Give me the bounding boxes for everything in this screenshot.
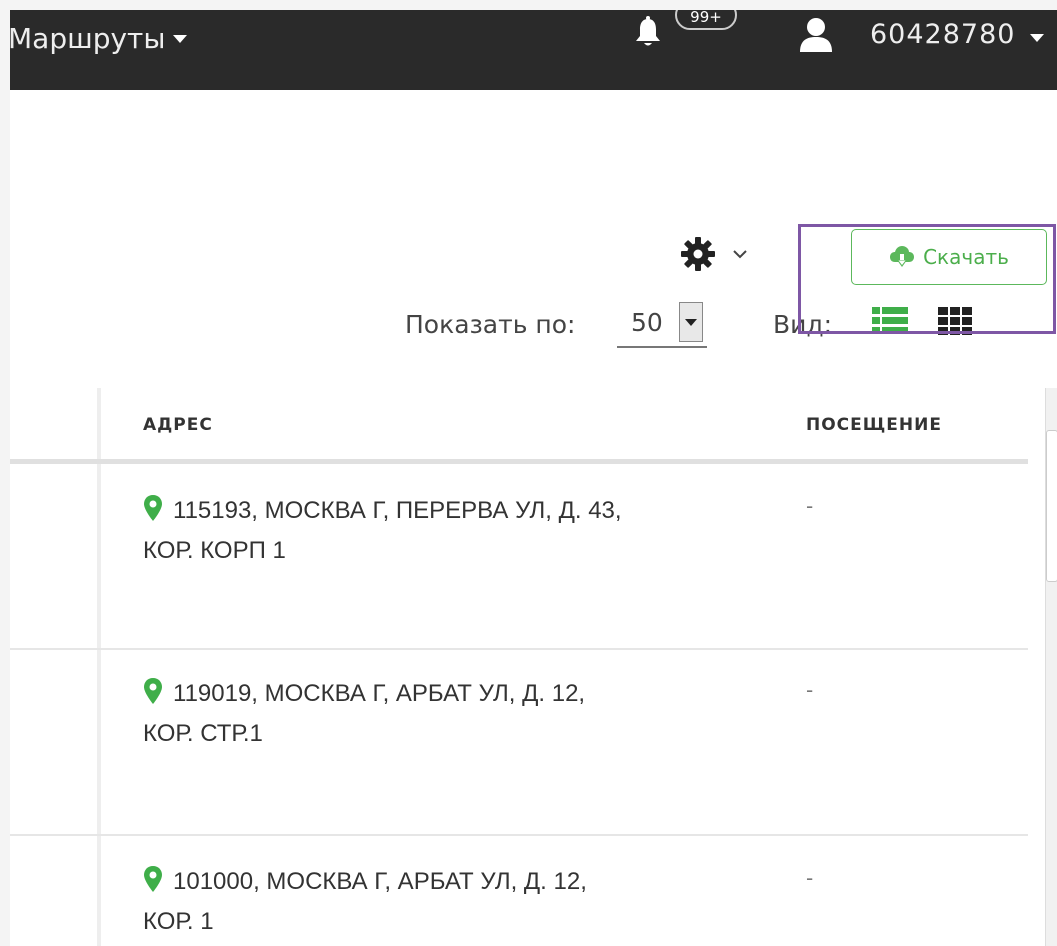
address-cell: 119019, МОСКВА Г, АРБАТ УЛ, Д. 12, КОР. … bbox=[143, 674, 763, 754]
visit-cell: - bbox=[806, 866, 814, 890]
caret-down-icon bbox=[173, 34, 188, 43]
visit-cell: - bbox=[806, 678, 814, 702]
chevron-down-icon bbox=[733, 250, 747, 259]
map-pin-icon bbox=[144, 495, 162, 521]
app-frame: Маршруты 99+ 60428780 Скачать Показать п… bbox=[10, 10, 1057, 946]
download-button[interactable]: Скачать bbox=[851, 229, 1047, 285]
table-header: АДРЕС ПОСЕЩЕНИЕ bbox=[10, 388, 1028, 460]
address-cell: 115193, МОСКВА Г, ПЕРЕРВА УЛ, Д. 43, КОР… bbox=[143, 491, 763, 571]
per-page-select[interactable]: 50 bbox=[617, 298, 707, 348]
address-line-1: 101000, МОСКВА Г, АРБАТ УЛ, Д. 12, bbox=[173, 868, 587, 895]
gear-icon bbox=[681, 237, 715, 271]
column-header-visit[interactable]: ПОСЕЩЕНИЕ bbox=[806, 415, 942, 435]
top-navbar: Маршруты 99+ 60428780 bbox=[10, 10, 1057, 90]
table-row[interactable]: 119019, МОСКВА Г, АРБАТ УЛ, Д. 12, КОР. … bbox=[10, 650, 1028, 832]
column-header-address[interactable]: АДРЕС bbox=[143, 415, 213, 435]
address-line-2: КОР. 1 bbox=[143, 908, 214, 935]
grid-view-icon[interactable] bbox=[938, 307, 972, 335]
notifications-badge[interactable]: 99+ bbox=[675, 10, 737, 30]
select-arrow-icon[interactable] bbox=[679, 302, 703, 342]
routes-menu-label: Маршруты bbox=[10, 22, 166, 55]
view-label: Вид: bbox=[773, 310, 833, 339]
address-line-2: КОР. КОРП 1 bbox=[143, 537, 286, 564]
list-view-icon[interactable] bbox=[872, 307, 908, 335]
user-id[interactable]: 60428780 bbox=[870, 19, 1015, 50]
routes-menu[interactable]: Маршруты bbox=[10, 22, 188, 55]
address-line-2: КОР. СТР.1 bbox=[143, 720, 263, 747]
per-page-value: 50 bbox=[631, 307, 663, 337]
address-cell: 101000, МОСКВА Г, АРБАТ УЛ, Д. 12, КОР. … bbox=[143, 862, 763, 942]
bell-icon[interactable] bbox=[632, 16, 664, 50]
table-row[interactable]: 115193, МОСКВА Г, ПЕРЕРВА УЛ, Д. 43, КОР… bbox=[10, 464, 1028, 646]
table-row[interactable]: 101000, МОСКВА Г, АРБАТ УЛ, Д. 12, КОР. … bbox=[10, 836, 1028, 946]
address-line-1: 119019, МОСКВА Г, АРБАТ УЛ, Д. 12, bbox=[173, 680, 586, 707]
show-per-page-label: Показать по: bbox=[405, 310, 576, 339]
scrollbar-thumb[interactable] bbox=[1046, 430, 1057, 582]
map-pin-icon bbox=[144, 866, 162, 892]
map-pin-icon bbox=[144, 678, 162, 704]
visit-cell: - bbox=[806, 494, 814, 518]
addresses-table: АДРЕС ПОСЕЩЕНИЕ 115193, МОСКВА Г, ПЕРЕРВ… bbox=[10, 388, 1028, 946]
user-menu-caret-icon[interactable] bbox=[1030, 34, 1044, 42]
user-icon[interactable] bbox=[798, 16, 834, 52]
address-line-1: 115193, МОСКВА Г, ПЕРЕРВА УЛ, Д. 43, bbox=[173, 497, 622, 524]
table-settings-dropdown[interactable] bbox=[680, 236, 748, 272]
download-button-label: Скачать bbox=[923, 245, 1009, 269]
cloud-download-icon bbox=[890, 246, 915, 267]
